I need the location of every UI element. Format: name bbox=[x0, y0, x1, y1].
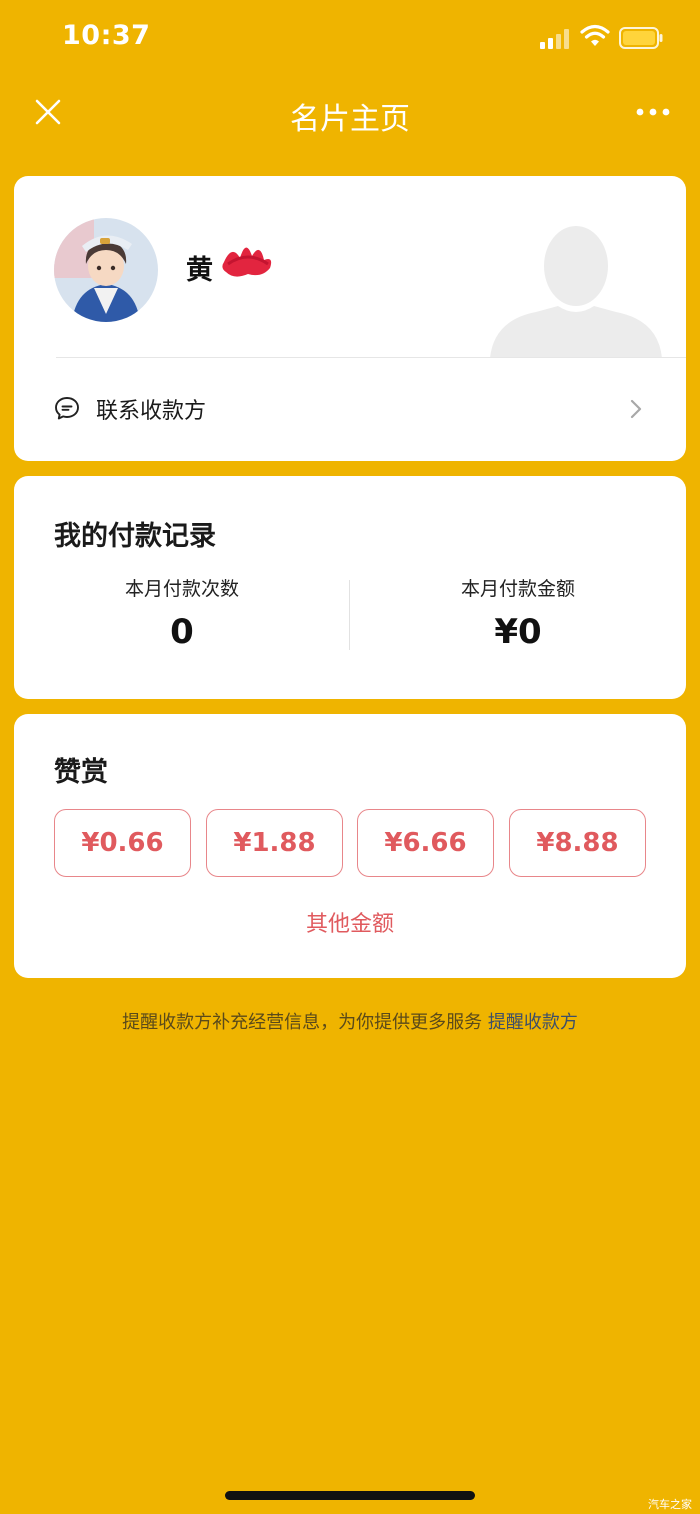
payment-record-title: 我的付款记录 bbox=[54, 521, 216, 552]
redaction-scribble bbox=[222, 247, 272, 277]
nav-bar: 名片主页 bbox=[0, 76, 700, 148]
chevron-right-icon bbox=[630, 399, 642, 419]
monthly-amount-value: ¥0 bbox=[494, 612, 542, 652]
monthly-count-label: 本月付款次数 bbox=[124, 578, 239, 600]
silhouette-icon bbox=[490, 226, 662, 358]
remind-payee-link[interactable]: 提醒收款方 bbox=[488, 1012, 578, 1033]
other-amount-button[interactable]: 其他金额 bbox=[14, 906, 686, 938]
contact-payee-label: 联系收款方 bbox=[96, 399, 207, 424]
wifi-icon bbox=[580, 24, 610, 46]
profile-card: 黄 联系收款方 bbox=[14, 176, 686, 461]
user-name: 黄 bbox=[186, 255, 213, 286]
reward-amount-button[interactable]: ¥6.66 bbox=[357, 809, 494, 877]
reward-amount-button[interactable]: ¥0.66 bbox=[54, 809, 191, 877]
reward-title: 赞赏 bbox=[54, 757, 108, 788]
footer-note: 提醒收款方补充经营信息，为你提供更多服务 提醒收款方 bbox=[0, 1008, 700, 1034]
battery-icon bbox=[619, 27, 663, 49]
payment-record-card: 我的付款记录 本月付款次数 0 本月付款金额 ¥0 bbox=[14, 476, 686, 699]
contact-payee-row[interactable]: 联系收款方 bbox=[14, 358, 686, 461]
status-time: 10:37 bbox=[62, 20, 151, 51]
avatar-image bbox=[54, 218, 158, 322]
reward-amount-button[interactable]: ¥1.88 bbox=[206, 809, 343, 877]
signal-icon bbox=[540, 29, 569, 49]
chat-icon bbox=[55, 397, 79, 420]
footer-text: 提醒收款方补充经营信息，为你提供更多服务 bbox=[122, 1012, 488, 1033]
status-bar: 10:37 bbox=[0, 0, 700, 76]
reward-amount-button[interactable]: ¥8.88 bbox=[509, 809, 646, 877]
page-title: 名片主页 bbox=[290, 102, 410, 137]
more-icon[interactable] bbox=[630, 100, 676, 124]
monthly-amount-label: 本月付款金额 bbox=[460, 578, 575, 600]
monthly-count-value: 0 bbox=[170, 612, 194, 652]
avatar[interactable] bbox=[54, 218, 158, 322]
watermark: 汽车之家 bbox=[648, 1498, 692, 1511]
home-indicator bbox=[225, 1491, 475, 1500]
reward-card: 赞赏 ¥0.66 ¥1.88 ¥6.66 ¥8.88 其他金额 bbox=[14, 714, 686, 978]
